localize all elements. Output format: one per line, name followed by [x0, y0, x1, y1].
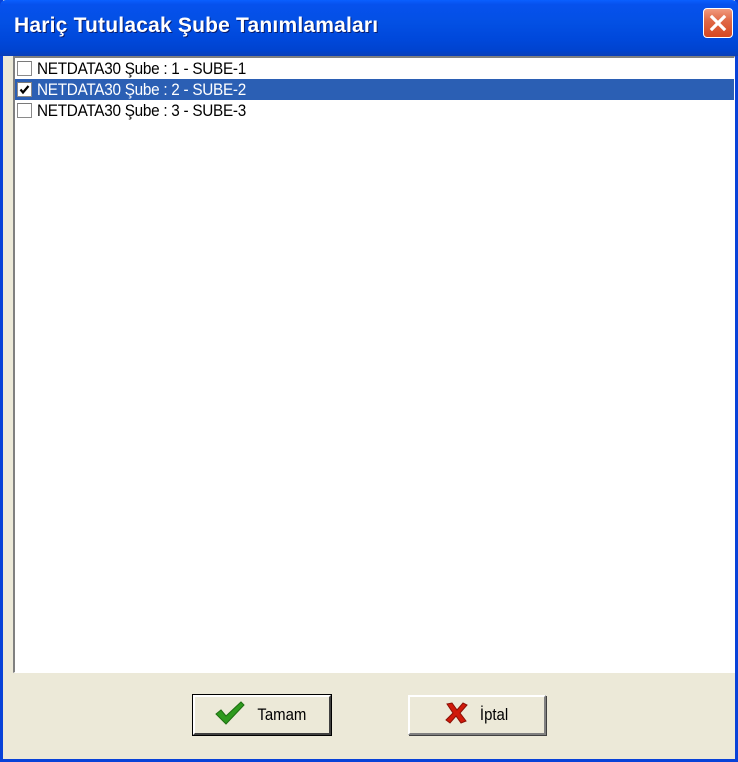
list-item[interactable]: NETDATA30 Şube : 1 - SUBE-1 — [15, 58, 734, 79]
list-item[interactable]: NETDATA30 Şube : 2 - SUBE-2 — [15, 79, 734, 100]
list-item-label: NETDATA30 Şube : 2 - SUBE-2 — [37, 79, 246, 100]
checkmark-icon — [214, 700, 246, 731]
checkbox[interactable] — [17, 103, 32, 118]
x-mark-icon — [444, 701, 470, 730]
list-item[interactable]: NETDATA30 Şube : 3 - SUBE-3 — [15, 100, 734, 121]
title-bar[interactable]: Hariç Tutulacak Şube Tanımlamaları — [0, 0, 738, 56]
checkbox[interactable] — [17, 82, 32, 97]
cancel-button[interactable]: İptal — [408, 695, 546, 735]
window-title: Hariç Tutulacak Şube Tanımlamaları — [14, 14, 379, 37]
branch-checklist[interactable]: NETDATA30 Şube : 1 - SUBE-1 NETDATA30 Şu… — [13, 56, 735, 673]
cancel-button-label: İptal — [479, 705, 509, 724]
checkbox[interactable] — [17, 61, 32, 76]
ok-button-label: Tamam — [257, 705, 307, 724]
checkmark-icon — [19, 85, 30, 95]
close-button[interactable] — [703, 8, 733, 38]
button-bar: Tamam İptal — [3, 674, 735, 759]
list-item-label: NETDATA30 Şube : 1 - SUBE-1 — [37, 58, 246, 78]
dialog-window: Hariç Tutulacak Şube Tanımlamaları NETDA… — [0, 0, 738, 762]
ok-button[interactable]: Tamam — [192, 694, 332, 736]
list-item-label: NETDATA30 Şube : 3 - SUBE-3 — [37, 100, 246, 120]
close-icon — [709, 14, 727, 32]
